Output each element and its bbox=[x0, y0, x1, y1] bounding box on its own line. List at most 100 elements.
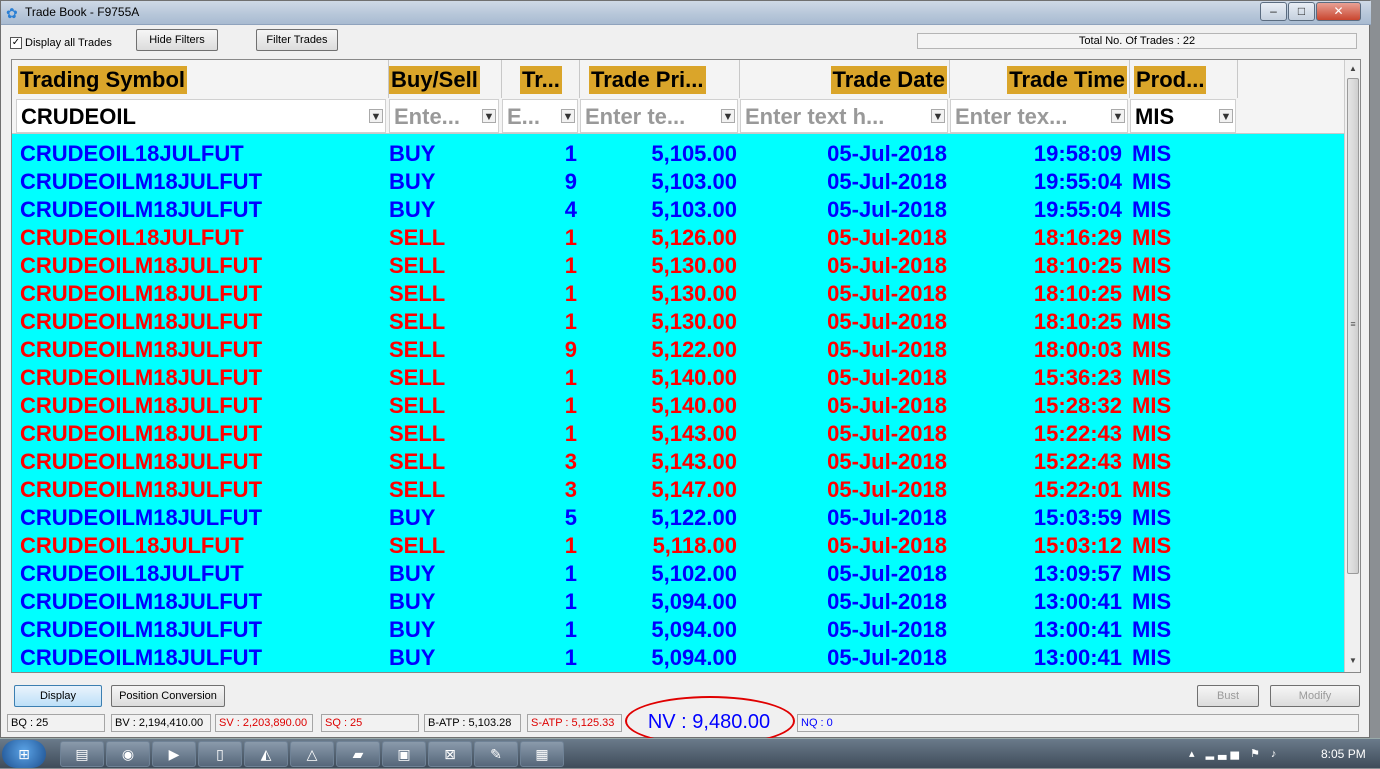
cell-qty: 4 bbox=[564, 197, 577, 222]
filter-trade-qty[interactable]: E... ▼ bbox=[502, 99, 578, 133]
modify-button[interactable]: Modify bbox=[1270, 685, 1360, 707]
filter-placeholder: Enter text h... bbox=[745, 104, 885, 129]
cell-time: 18:10:25 bbox=[1033, 309, 1122, 334]
maximize-button[interactable]: □ bbox=[1288, 2, 1315, 21]
filter-buy-sell[interactable]: Ente... ▼ bbox=[389, 99, 499, 133]
cell-product: MIS bbox=[1132, 421, 1172, 446]
funnel-icon[interactable]: ▼ bbox=[931, 109, 945, 123]
chart-app-taskbar-icon[interactable]: ◭ bbox=[244, 741, 288, 767]
filter-trading-symbol[interactable]: CRUDEOIL ▼ bbox=[16, 99, 386, 133]
table-row[interactable]: CRUDEOIL18JULFUT BUY 1 5,102.00 05-Jul-2018 1… bbox=[12, 560, 1344, 588]
table-row[interactable]: CRUDEOIL18JULFUT BUY 1 5,105.00 05-Jul-2018 1… bbox=[12, 140, 1344, 168]
trades-grid: Trading Symbol Buy/Sell Tr... Trade Pri.… bbox=[11, 59, 1361, 673]
hide-filters-button[interactable]: Hide Filters bbox=[136, 29, 218, 51]
table-row[interactable]: CRUDEOILM18JULFUT BUY 4 5,103.00 05-Jul-2018… bbox=[12, 196, 1344, 224]
folder-taskbar-icon[interactable]: ▰ bbox=[336, 741, 380, 767]
vertical-scrollbar[interactable]: ▲ ≡ ▼ bbox=[1344, 60, 1360, 672]
calculator-taskbar-icon[interactable]: ▦ bbox=[520, 741, 564, 767]
table-row[interactable]: CRUDEOILM18JULFUT SELL 1 5,140.00 05-Jul-201… bbox=[12, 364, 1344, 392]
table-row[interactable]: CRUDEOILM18JULFUT BUY 9 5,103.00 05-Jul-2018… bbox=[12, 168, 1344, 196]
explorer-taskbar-icon[interactable]: ▤ bbox=[60, 741, 104, 767]
triangle-app-taskbar-icon[interactable]: △ bbox=[290, 741, 334, 767]
cell-price: 5,103.00 bbox=[651, 197, 737, 222]
cell-side: SELL bbox=[389, 365, 446, 390]
table-row[interactable]: CRUDEOILM18JULFUT BUY 1 5,094.00 05-Jul-2018… bbox=[12, 588, 1344, 616]
media-player-taskbar-icon[interactable]: ▶ bbox=[152, 741, 196, 767]
table-row[interactable]: CRUDEOILM18JULFUT SELL 1 5,130.00 05-Jul-201… bbox=[12, 308, 1344, 336]
filter-product[interactable]: MIS ▼ bbox=[1130, 99, 1236, 133]
cell-date: 05-Jul-2018 bbox=[827, 561, 947, 586]
table-row[interactable]: CRUDEOIL18JULFUT SELL 1 5,118.00 05-Jul-2018… bbox=[12, 532, 1344, 560]
trade-book-window: ✿ Trade Book - F9755A – □ ✕ ✓ Display al… bbox=[0, 0, 1371, 738]
tray-icons[interactable]: ▴ ▂▃▅ ⚑ ♪ bbox=[1189, 747, 1280, 760]
column-header-buy-sell[interactable]: Buy/Sell bbox=[389, 60, 502, 98]
filter-value: MIS bbox=[1135, 104, 1175, 129]
cell-symbol: CRUDEOILM18JULFUT bbox=[20, 281, 263, 306]
cell-side: SELL bbox=[389, 477, 446, 502]
table-row[interactable]: CRUDEOILM18JULFUT BUY 5 5,122.00 05-Jul-2018… bbox=[12, 504, 1344, 532]
bust-button[interactable]: Bust bbox=[1197, 685, 1259, 707]
system-tray: ▴ ▂▃▅ ⚑ ♪ 8:05 PM bbox=[1185, 739, 1380, 769]
cell-symbol: CRUDEOILM18JULFUT bbox=[20, 253, 263, 278]
window-app-taskbar-icon[interactable]: ▣ bbox=[382, 741, 426, 767]
cell-price: 5,122.00 bbox=[651, 505, 737, 530]
table-row[interactable]: CRUDEOILM18JULFUT SELL 3 5,143.00 05-Jul-201… bbox=[12, 448, 1344, 476]
column-header-trade-qty[interactable]: Tr... bbox=[502, 60, 580, 98]
funnel-icon[interactable]: ▼ bbox=[482, 109, 496, 123]
start-button[interactable]: ⊞ bbox=[2, 740, 46, 768]
scroll-down-arrow-icon[interactable]: ▼ bbox=[1345, 654, 1360, 668]
scroll-thumb[interactable]: ≡ bbox=[1347, 78, 1359, 574]
title-bar[interactable]: ✿ Trade Book - F9755A – □ ✕ bbox=[1, 1, 1371, 25]
filter-trade-date[interactable]: Enter text h... ▼ bbox=[740, 99, 948, 133]
cell-side: BUY bbox=[389, 561, 436, 586]
cell-product: MIS bbox=[1132, 337, 1172, 362]
pdf-reader-taskbar-icon[interactable]: ✎ bbox=[474, 741, 518, 767]
chrome-taskbar-icon[interactable]: ◉ bbox=[106, 741, 150, 767]
display-button[interactable]: Display bbox=[14, 685, 102, 707]
column-header-product[interactable]: Prod... bbox=[1130, 60, 1238, 98]
scroll-up-arrow-icon[interactable]: ▲ bbox=[1345, 62, 1360, 76]
table-row[interactable]: CRUDEOIL18JULFUT SELL 1 5,126.00 05-Jul-2018… bbox=[12, 224, 1344, 252]
column-header-trade-price[interactable]: Trade Pri... bbox=[580, 60, 740, 98]
cell-side: BUY bbox=[389, 617, 436, 642]
cell-qty: 1 bbox=[564, 141, 577, 166]
close-button[interactable]: ✕ bbox=[1316, 2, 1361, 21]
column-header-trading-symbol[interactable]: Trading Symbol bbox=[12, 60, 389, 98]
document-taskbar-icon[interactable]: ▯ bbox=[198, 741, 242, 767]
clock[interactable]: 8:05 PM bbox=[1321, 747, 1366, 761]
position-conversion-button[interactable]: Position Conversion bbox=[111, 685, 225, 707]
cell-price: 5,143.00 bbox=[651, 421, 737, 446]
cell-side: BUY bbox=[389, 169, 436, 194]
cell-time: 19:58:09 bbox=[1033, 141, 1122, 166]
table-row[interactable]: CRUDEOILM18JULFUT BUY 1 5,094.00 05-Jul-2018… bbox=[12, 644, 1344, 672]
table-row[interactable]: CRUDEOILM18JULFUT BUY 1 5,094.00 05-Jul-2018… bbox=[12, 616, 1344, 644]
table-row[interactable]: CRUDEOILM18JULFUT SELL 1 5,140.00 05-Jul-201… bbox=[12, 392, 1344, 420]
column-header-trade-date[interactable]: Trade Date bbox=[740, 60, 950, 98]
cell-symbol: CRUDEOIL18JULFUT bbox=[20, 533, 244, 558]
filter-trade-time[interactable]: Enter tex... ▼ bbox=[950, 99, 1128, 133]
table-row[interactable]: CRUDEOILM18JULFUT SELL 3 5,147.00 05-Jul-201… bbox=[12, 476, 1344, 504]
funnel-icon[interactable]: ▼ bbox=[561, 109, 575, 123]
funnel-icon[interactable]: ▼ bbox=[721, 109, 735, 123]
minimize-button[interactable]: – bbox=[1260, 2, 1287, 21]
filter-trade-price[interactable]: Enter te... ▼ bbox=[580, 99, 738, 133]
table-row[interactable]: CRUDEOILM18JULFUT SELL 1 5,130.00 05-Jul-201… bbox=[12, 280, 1344, 308]
cell-time: 15:03:59 bbox=[1033, 505, 1122, 530]
cell-date: 05-Jul-2018 bbox=[827, 449, 947, 474]
excel-taskbar-icon[interactable]: ⊠ bbox=[428, 741, 472, 767]
cell-price: 5,103.00 bbox=[651, 169, 737, 194]
cell-time: 15:22:01 bbox=[1033, 477, 1122, 502]
cell-date: 05-Jul-2018 bbox=[827, 169, 947, 194]
total-trades-count: Total No. Of Trades : 22 bbox=[917, 33, 1357, 49]
table-row[interactable]: CRUDEOILM18JULFUT SELL 1 5,130.00 05-Jul-201… bbox=[12, 252, 1344, 280]
cell-product: MIS bbox=[1132, 533, 1172, 558]
funnel-icon[interactable]: ▼ bbox=[369, 109, 383, 123]
display-all-trades-checkbox[interactable]: ✓ bbox=[10, 37, 22, 49]
column-header-trade-time[interactable]: Trade Time bbox=[950, 60, 1130, 98]
table-row[interactable]: CRUDEOILM18JULFUT SELL 1 5,143.00 05-Jul-201… bbox=[12, 420, 1344, 448]
filter-trades-button[interactable]: Filter Trades bbox=[256, 29, 338, 51]
funnel-icon[interactable]: ▼ bbox=[1219, 109, 1233, 123]
table-row[interactable]: CRUDEOILM18JULFUT SELL 9 5,122.00 05-Jul-201… bbox=[12, 336, 1344, 364]
funnel-icon[interactable]: ▼ bbox=[1111, 109, 1125, 123]
cell-symbol: CRUDEOILM18JULFUT bbox=[20, 365, 263, 390]
